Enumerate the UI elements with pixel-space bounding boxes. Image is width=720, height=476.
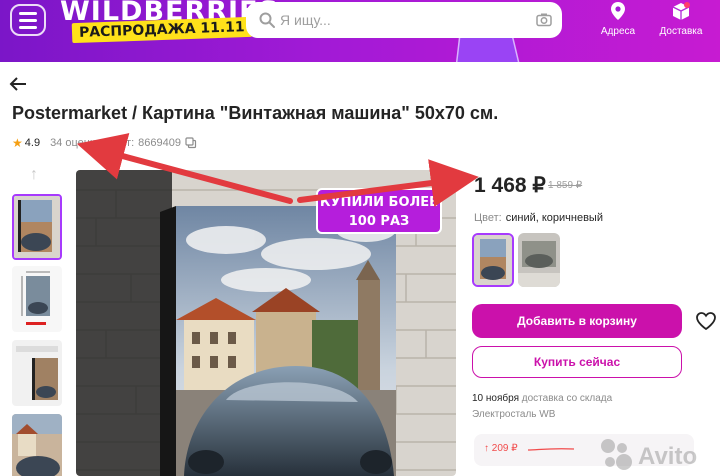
nav-delivery-label: Доставка <box>659 26 703 37</box>
heart-icon[interactable] <box>696 312 716 330</box>
price-change: ↑ 209 ₽ <box>484 443 518 454</box>
rating-value: 4.9 <box>24 137 41 149</box>
avito-text: Avito <box>638 443 697 470</box>
old-price: 1 859 ₽ <box>548 180 583 191</box>
delivery-text: доставка со склада <box>521 393 613 404</box>
delivery-line: 10 ноября доставка со склада <box>472 391 612 407</box>
current-price: 1 468 ₽ <box>474 174 546 197</box>
chevron-up-icon[interactable]: ↑ <box>30 166 38 184</box>
search-icon[interactable] <box>258 11 276 29</box>
article-number: 8669409 <box>138 137 181 149</box>
reviews-link[interactable]: 34 оценки <box>50 137 101 149</box>
color-swatch-2[interactable] <box>518 233 560 287</box>
avito-watermark: Avito <box>601 439 697 470</box>
delivery-info: 10 ноября доставка со склада Электростал… <box>472 391 612 423</box>
thumbnail-3[interactable] <box>12 340 62 406</box>
color-swatch-1[interactable] <box>472 233 514 287</box>
search-input[interactable] <box>280 10 520 30</box>
back-arrow-icon[interactable] <box>8 74 30 94</box>
buy-now-button[interactable]: Купить сейчас <box>472 346 682 378</box>
color-label: Цвет: <box>474 212 502 224</box>
top-header: WILDBERRIES РАСПРОДАЖА 11.11 Адреса Дост… <box>0 0 720 62</box>
add-to-cart-button[interactable]: Добавить в корзину <box>472 304 682 338</box>
camera-icon[interactable] <box>536 12 552 28</box>
location-pin-icon <box>611 2 625 20</box>
star-icon: ★ <box>12 136 23 150</box>
color-value: синий, коричневый <box>505 212 603 224</box>
promo-line-2: 100 РАЗ <box>348 214 410 229</box>
nav-delivery[interactable]: Доставка <box>656 2 706 37</box>
warehouse-name: Электросталь WB <box>472 409 556 420</box>
thumbnail-2[interactable] <box>12 266 62 332</box>
promo-badge: КУПИЛИ БОЛЕЕ 100 РАЗ <box>316 188 442 234</box>
thumbnail-1[interactable] <box>12 194 62 260</box>
nav-address-label: Адреса <box>600 26 636 37</box>
nav-address[interactable]: Адреса <box>593 2 643 37</box>
article-label: Арт: <box>112 137 135 149</box>
color-line: Цвет: синий, коричневый <box>474 212 603 224</box>
menu-icon[interactable] <box>10 4 46 36</box>
search-bar[interactable] <box>246 2 562 38</box>
price-trend-line <box>528 448 574 451</box>
delivery-box-icon <box>672 2 690 20</box>
product-title: Postermarket / Картина "Винтажная машина… <box>12 103 499 123</box>
product-meta: ★ 4.9 34 оценки Арт: 8669409 <box>12 136 197 150</box>
promo-line-1: КУПИЛИ БОЛЕЕ <box>319 195 439 210</box>
delivery-date: 10 ноября <box>472 393 519 404</box>
copy-icon[interactable] <box>185 137 197 149</box>
thumbnail-4[interactable] <box>12 414 62 476</box>
